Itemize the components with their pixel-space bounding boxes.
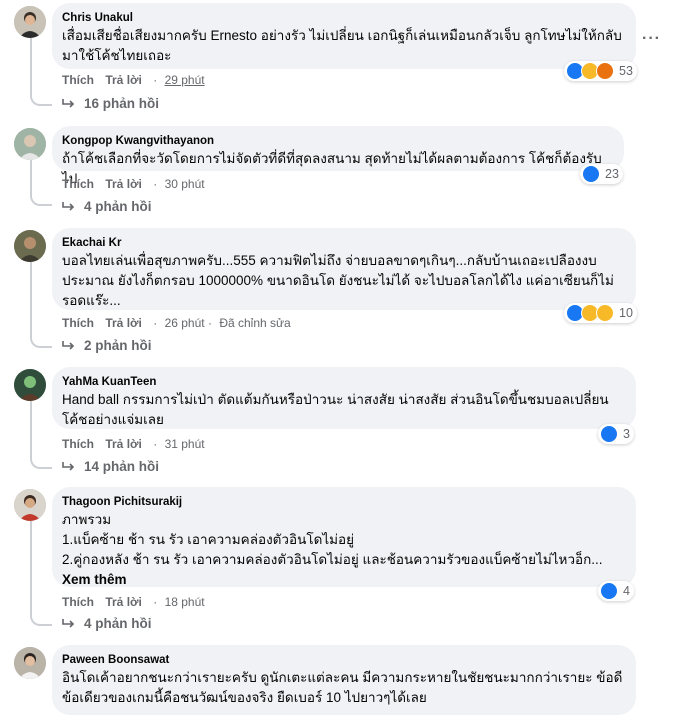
avatar[interactable] [14, 6, 46, 38]
comment-time[interactable]: 31 phút [165, 437, 205, 451]
reply-button[interactable]: Trả lời [105, 595, 142, 609]
avatar[interactable] [14, 489, 46, 521]
reply-button[interactable]: Trả lời [105, 73, 142, 87]
view-replies-link[interactable]: 4 phản hồi [62, 199, 152, 214]
like-reaction-icon [582, 165, 600, 183]
comment-actions: Thích Trả lời · 26 phút · Đã chỉnh sửa [62, 316, 291, 330]
view-replies-link[interactable]: 4 phản hồi [62, 616, 152, 631]
thread-hook [30, 332, 52, 348]
thread-hook [30, 453, 52, 469]
comment-time[interactable]: 26 phút [165, 316, 205, 330]
reaction-count: 23 [605, 167, 619, 181]
comment-bubble: YahMa KuanTeen Hand ball กรรมการไม่เป่า … [52, 367, 636, 429]
comment-author[interactable]: Chris Unakul [62, 11, 624, 26]
more-options-icon[interactable]: ··· [642, 30, 661, 48]
haha-reaction-icon [596, 304, 614, 322]
comment-author[interactable]: Thagoon Pichitsurakij [62, 495, 624, 510]
comment-author[interactable]: YahMa KuanTeen [62, 375, 624, 390]
like-button[interactable]: Thích [62, 595, 94, 609]
reaction-summary[interactable]: 3 [598, 424, 634, 444]
comment-text: Hand ball กรรมการไม่เป่า ตัดแต้มกันหรือป… [62, 392, 609, 427]
comment-text: ภาพรวม 1.แบ็คซ้าย ช้า รน รัว เอาความคล่อ… [62, 510, 624, 590]
thread-hook [30, 90, 52, 106]
comment-line: 1.แบ็คซ้าย ช้า รน รัว เอาความคล่องตัวอิน… [62, 532, 355, 547]
comment-text: เสื่อมเสียชื่อเสียงมากครับ Ernesto อย่าง… [62, 28, 622, 63]
reaction-summary[interactable]: 4 [598, 581, 634, 601]
like-reaction-icon [600, 425, 618, 443]
thread-hook [30, 190, 52, 206]
like-button[interactable]: Thích [62, 437, 94, 451]
thread-line [30, 160, 32, 190]
reply-arrow-icon [62, 201, 75, 211]
like-button[interactable]: Thích [62, 316, 94, 330]
reply-button[interactable]: Trả lời [105, 437, 142, 451]
comment-bubble: Kongpop Kwangvithayanon ถ้าโค้ชเลือกที่จ… [52, 126, 624, 186]
avatar[interactable] [14, 128, 46, 160]
reply-arrow-icon [62, 340, 75, 350]
view-replies-link[interactable]: 2 phản hồi [62, 338, 152, 353]
thread-line [30, 520, 32, 610]
comment-bubble: Thagoon Pichitsurakij ภาพรวม 1.แบ็คซ้าย … [52, 487, 636, 587]
reply-arrow-icon [62, 461, 75, 471]
thread-line [30, 262, 32, 332]
comment-author[interactable]: Kongpop Kwangvithayanon [62, 134, 612, 149]
reaction-count: 10 [619, 306, 633, 320]
view-replies-link[interactable]: 16 phản hồi [62, 96, 159, 111]
replies-count: 16 phản hồi [84, 96, 160, 111]
comment-author[interactable]: Ekachai Kr [62, 236, 624, 251]
comment-line: 2.คู่กองหลัง ช้า รน รัว เอาความคล่องตัวอ… [62, 552, 603, 567]
comment-author[interactable]: Paween Boonsawat [62, 653, 624, 668]
replies-count: 2 phản hồi [84, 338, 152, 353]
thread-line [30, 38, 32, 90]
comment-line: ภาพรวม [62, 512, 112, 527]
avatar[interactable] [14, 369, 46, 401]
reaction-summary[interactable]: 23 [580, 164, 623, 184]
comment-actions: Thích Trả lời · 18 phút [62, 595, 205, 609]
thread-hook [30, 610, 52, 626]
like-button[interactable]: Thích [62, 177, 94, 191]
comment-actions: Thích Trả lời · 31 phút [62, 437, 205, 451]
thread-line [30, 401, 32, 453]
view-replies-link[interactable]: 14 phản hồi [62, 459, 159, 474]
reaction-count: 3 [623, 427, 630, 441]
replies-count: 4 phản hồi [84, 199, 152, 214]
replies-count: 14 phản hồi [84, 459, 160, 474]
reaction-count: 4 [623, 584, 630, 598]
see-more-link[interactable]: Xem thêm [62, 572, 127, 587]
reply-arrow-icon [62, 98, 75, 108]
reaction-summary[interactable]: 10 [564, 303, 637, 323]
reply-button[interactable]: Trả lời [105, 316, 142, 330]
comment-actions: Thích Trả lời · 30 phút [62, 177, 205, 191]
reply-button[interactable]: Trả lời [105, 177, 142, 191]
comment-text: อินโดเค้าอยากชนะกว่าเรายะครับ ดูนักเตะแต… [62, 670, 623, 705]
comment-time[interactable]: 18 phút [165, 595, 205, 609]
like-reaction-icon [600, 582, 618, 600]
reaction-count: 53 [619, 64, 633, 78]
comment-time[interactable]: 30 phút [165, 177, 205, 191]
like-button[interactable]: Thích [62, 73, 94, 87]
avatar[interactable] [14, 647, 46, 679]
avatar[interactable] [14, 230, 46, 262]
edited-label: Đã chỉnh sửa [219, 316, 291, 330]
angry-reaction-icon [596, 62, 614, 80]
reply-arrow-icon [62, 618, 75, 628]
comment-bubble: Ekachai Kr บอลไทยเล่นเพื่อสุขภาพครับ...5… [52, 228, 636, 310]
comment-text: บอลไทยเล่นเพื่อสุขภาพครับ...555 ความฟิตไ… [62, 253, 614, 308]
comment-bubble: Paween Boonsawat อินโดเค้าอยากชนะกว่าเรา… [52, 645, 636, 715]
replies-count: 4 phản hồi [84, 616, 152, 631]
reaction-summary[interactable]: 53 [564, 61, 637, 81]
comment-actions: Thích Trả lời · 29 phút [62, 73, 205, 87]
comment-time[interactable]: 29 phút [165, 73, 205, 87]
comment-bubble: Chris Unakul เสื่อมเสียชื่อเสียงมากครับ … [52, 3, 636, 69]
